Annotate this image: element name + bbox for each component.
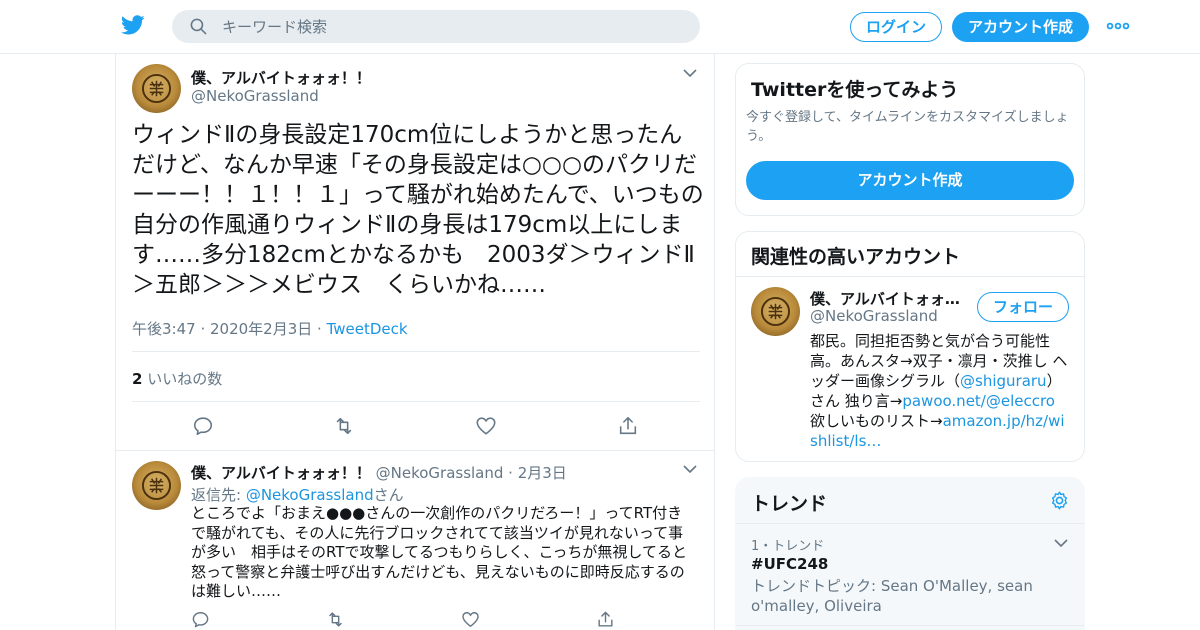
trends-title: トレンド (751, 493, 828, 515)
avatar-seal-icon (141, 470, 172, 501)
signup-card-button[interactable]: アカウント作成 (746, 161, 1074, 200)
bio-text: 欲しいものリスト→ (810, 412, 943, 430)
divider (116, 450, 714, 451)
tweet-author-name[interactable]: 僕、アルバイトォォォ！！ (191, 67, 371, 88)
twitter-bird-icon[interactable] (120, 13, 146, 37)
more-icon[interactable] (1106, 18, 1130, 34)
search-icon (190, 18, 207, 35)
divider (132, 401, 700, 402)
divider (736, 625, 1084, 626)
reply-icon[interactable] (191, 610, 210, 629)
retweet-icon[interactable] (333, 415, 355, 437)
trend-name[interactable]: #UFC248 (751, 555, 828, 573)
reply-text: ところでよ「おまえ●●●さんの一次創作のパクリだろー！」ってRT付きで騒がれても… (191, 504, 687, 600)
divider (736, 276, 1084, 277)
avatar[interactable] (132, 64, 181, 113)
signup-card-subtitle: 今すぐ登録して、タイムラインをカスタマイズしましょう。 (746, 110, 1069, 144)
reply-to-handle-link[interactable]: @NekoGrassland (246, 486, 374, 504)
signup-card-title: Twitterを使ってみよう (751, 79, 959, 101)
share-icon[interactable] (617, 415, 639, 437)
reply-author-handle-date[interactable]: @NekoGrassland · 2月3日 (371, 464, 567, 482)
share-icon[interactable] (596, 610, 615, 629)
tweet-time[interactable]: 午後3:47 · 2020年2月3日 · (132, 320, 327, 338)
chevron-down-icon[interactable] (683, 464, 697, 474)
bio-url-link[interactable]: pawoo.net/@eleccro (902, 392, 1055, 410)
account-name[interactable]: 僕、アルバイトォォォ！！ (810, 288, 970, 309)
search-input[interactable] (222, 10, 682, 43)
account-handle[interactable]: @NekoGrassland (810, 307, 938, 325)
trends-card: トレンド 1・トレンド #UFC248 トレンドトピック: Sean O'Mal… (735, 477, 1085, 630)
reply-icon[interactable] (192, 415, 214, 437)
tweet-text: ウィンドⅡの身長設定170cm位にしようかと思ったんだけど、なんか早速「その身長… (132, 122, 704, 298)
reply-to-suffix: さん (373, 486, 404, 504)
tweet-source-link[interactable]: TweetDeck (327, 320, 408, 338)
signup-button[interactable]: アカウント作成 (952, 12, 1089, 42)
bio-mention-link[interactable]: @shiguraru (960, 372, 1047, 390)
trend-rank: 1・トレンド (751, 539, 825, 554)
gear-icon[interactable] (1049, 490, 1070, 511)
like-icon[interactable] (475, 415, 497, 437)
like-count-value: 2 (132, 370, 143, 388)
avatar-seal-icon (760, 296, 791, 327)
timeline-column: 僕、アルバイトォォォ！！ @NekoGrassland ウィンドⅡの身長設定17… (115, 54, 715, 630)
chevron-down-icon[interactable] (1054, 538, 1068, 548)
related-accounts-title: 関連性の高いアカウント (751, 246, 961, 268)
divider (736, 523, 1084, 524)
avatar-seal-icon (141, 73, 172, 104)
search-box[interactable] (172, 10, 700, 43)
like-count[interactable]: 2 いいねの数 (132, 368, 222, 389)
signup-card: Twitterを使ってみよう 今すぐ登録して、タイムラインをカスタマイズしましょ… (735, 63, 1085, 216)
login-button[interactable]: ログイン (850, 12, 942, 42)
related-accounts-card: 関連性の高いアカウント 僕、アルバイトォォォ！！ @NekoGrassland … (735, 231, 1085, 462)
account-bio: 都民。同担拒否勢と気が合う可能性高。あんスタ→双子・凛月・茨推し ヘッダー画像シ… (810, 331, 1072, 451)
reply-header: 僕、アルバイトォォォ！！ @NekoGrassland · 2月3日 (191, 462, 567, 483)
top-bar: ログイン アカウント作成 (0, 0, 1200, 54)
tweet-author-handle[interactable]: @NekoGrassland (191, 87, 319, 105)
tweet-timestamp: 午後3:47 · 2020年2月3日 · TweetDeck (132, 318, 408, 339)
avatar[interactable] (132, 461, 181, 510)
like-icon[interactable] (461, 610, 480, 629)
retweet-icon[interactable] (326, 610, 345, 629)
reply-to: 返信先: @NekoGrasslandさん (191, 484, 404, 505)
like-count-label: いいねの数 (142, 370, 223, 388)
reply-author-name[interactable]: 僕、アルバイトォォォ！！ (191, 464, 371, 482)
chevron-down-icon[interactable] (683, 68, 697, 78)
follow-button[interactable]: フォロー (977, 292, 1069, 322)
divider (132, 351, 700, 352)
avatar[interactable] (751, 287, 800, 336)
trend-topic: トレンドトピック: Sean O'Malley, sean o'malley, … (751, 577, 1033, 615)
reply-to-label: 返信先: (191, 486, 246, 504)
